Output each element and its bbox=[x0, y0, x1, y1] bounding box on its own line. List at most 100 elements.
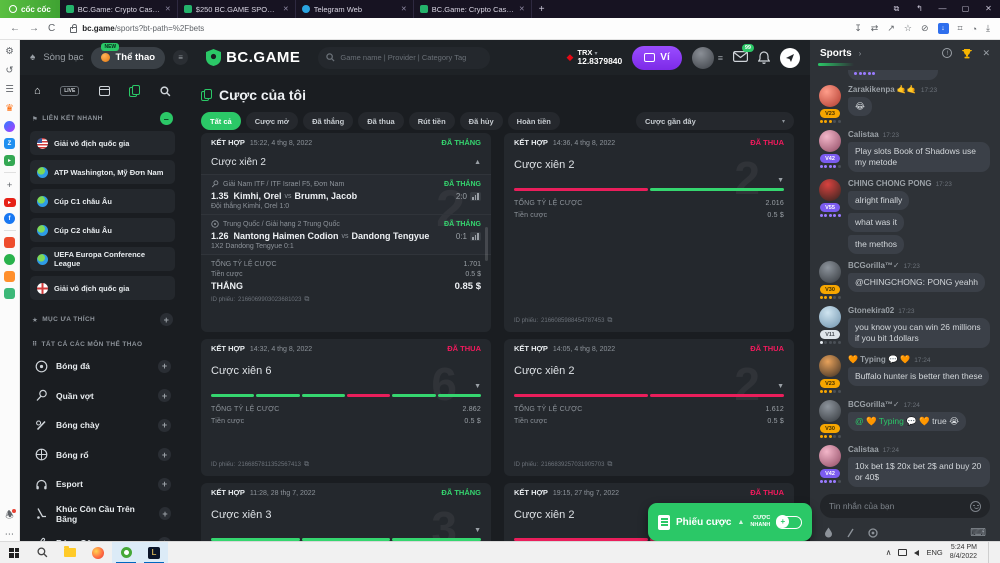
avatar[interactable] bbox=[819, 400, 841, 422]
coin-icon[interactable] bbox=[868, 528, 878, 538]
bcgame-logo[interactable]: BC.GAME bbox=[206, 49, 300, 66]
avatar[interactable] bbox=[819, 179, 841, 201]
copy-icon[interactable]: ⧉ bbox=[607, 461, 612, 469]
chat-input[interactable]: Tin nhắn của bạn bbox=[820, 494, 990, 518]
cart-icon[interactable] bbox=[4, 271, 15, 282]
start-button[interactable] bbox=[0, 542, 28, 563]
add-favorite-button[interactable]: + bbox=[160, 313, 173, 326]
collapse-quick-links-button[interactable]: – bbox=[160, 112, 173, 125]
translate-icon[interactable]: ⇄ bbox=[871, 23, 879, 34]
zalo-icon[interactable]: Z bbox=[4, 138, 15, 149]
emoji-icon[interactable] bbox=[970, 501, 981, 512]
filter-all[interactable]: Tất cả bbox=[201, 112, 241, 130]
bell-icon[interactable] bbox=[758, 51, 770, 64]
chat-username[interactable]: 🧡 Typing 💬 🧡 bbox=[848, 355, 910, 364]
downloads-icon[interactable]: ↓ bbox=[938, 23, 949, 34]
url-field[interactable]: bc.game/sports?bt-path=%2Fbets bbox=[64, 21, 845, 37]
download-icon[interactable]: ⤓ bbox=[986, 23, 990, 34]
bet-card[interactable]: KẾT HỢP14:36, 4 thg 8, 2022ĐÃ THUA Cược … bbox=[504, 133, 794, 332]
coccoc-brand[interactable]: cốc cốc bbox=[0, 0, 60, 18]
profile-icon[interactable]: ◔ bbox=[972, 24, 977, 34]
crown-icon[interactable]: ♛ bbox=[3, 102, 16, 115]
quick-link[interactable]: Cúp C2 châu Âu bbox=[30, 218, 175, 242]
tab-close-icon[interactable]: ✕ bbox=[283, 5, 289, 13]
tab-close-icon[interactable]: ✕ bbox=[401, 5, 407, 13]
chat-messages[interactable]: V23 Zarakikenpa 🤙🤙17:23 😂 V42 Calistaa17… bbox=[810, 66, 1000, 489]
avatar[interactable] bbox=[692, 47, 714, 69]
reading-list-icon[interactable]: ☰ bbox=[3, 83, 16, 96]
filter-refund[interactable]: Hoàn tiền bbox=[508, 112, 560, 130]
bet-card[interactable]: KẾT HỢP11:28, 28 thg 7, 2022ĐÃ THẮNG Cượ… bbox=[201, 483, 491, 541]
facebook-icon[interactable]: f bbox=[4, 213, 15, 224]
new-tab-button[interactable]: + bbox=[539, 4, 545, 15]
chevron-down-icon[interactable]: ▼ bbox=[474, 527, 481, 534]
coccoc-taskbar-icon[interactable] bbox=[112, 542, 140, 563]
history-icon[interactable]: ↺ bbox=[3, 64, 16, 77]
calendar-icon[interactable] bbox=[99, 86, 110, 96]
copy-icon[interactable]: ⧉ bbox=[607, 317, 612, 325]
save-page-icon[interactable]: ↧ bbox=[854, 23, 862, 34]
file-explorer-icon[interactable] bbox=[56, 542, 84, 563]
avatar[interactable] bbox=[819, 130, 841, 152]
chat-room-tab[interactable]: Sports bbox=[820, 48, 852, 59]
mode-collapse-button[interactable]: ≡ bbox=[173, 50, 188, 65]
quick-bet-toggle[interactable]: + bbox=[776, 516, 802, 529]
expand-icon[interactable]: + bbox=[158, 478, 171, 491]
sort-dropdown[interactable]: Cược gần đây▾ bbox=[636, 112, 794, 130]
shop-icon[interactable] bbox=[4, 237, 15, 248]
taskbar-clock[interactable]: 5:24 PM 8/4/2022 bbox=[950, 544, 977, 562]
filter-cashout[interactable]: Rút tiền bbox=[409, 112, 455, 130]
bet-card[interactable]: KẾT HỢP15:22, 4 thg 8, 2022ĐÃ THẮNG Cược… bbox=[201, 133, 491, 332]
filter-open[interactable]: Cược mở bbox=[246, 112, 298, 130]
sidebar-sport-baseball[interactable]: Bóng chày+ bbox=[30, 413, 175, 437]
minimize-button[interactable]: — bbox=[931, 0, 954, 18]
avatar[interactable] bbox=[819, 355, 841, 377]
filter-canceled[interactable]: Đã hủy bbox=[460, 112, 503, 130]
expand-icon[interactable]: + bbox=[158, 419, 171, 432]
live-tab[interactable]: LIVE bbox=[60, 86, 79, 96]
volume-icon[interactable] bbox=[914, 550, 919, 556]
youtube-icon[interactable]: ▸ bbox=[4, 198, 16, 207]
extensions-icon[interactable]: ⌗ bbox=[958, 23, 963, 34]
avatar[interactable] bbox=[819, 261, 841, 283]
bet-card[interactable]: KẾT HỢP14:05, 4 thg 8, 2022ĐÃ THUA Cược … bbox=[504, 339, 794, 476]
tray-expand-icon[interactable]: ∧ bbox=[886, 548, 892, 557]
avatar[interactable] bbox=[819, 85, 841, 107]
chat-username[interactable]: BCGorilla™✓ bbox=[848, 400, 900, 409]
quick-link[interactable]: ATP Washington, Mỹ Đơn Nam bbox=[30, 160, 175, 184]
league-of-legends-icon[interactable]: L bbox=[140, 542, 168, 563]
balance-selector[interactable]: ◆ TRX ▾ 12.8379840 bbox=[566, 49, 622, 67]
sidebar-sport-cricket[interactable]: Bóng Gậy+ bbox=[30, 531, 175, 541]
filter-lost[interactable]: Đã thua bbox=[358, 112, 404, 130]
quick-link[interactable]: Cúp C1 châu Âu bbox=[30, 189, 175, 213]
chat-rules-icon[interactable]: ! bbox=[942, 48, 952, 58]
tab-close-icon[interactable]: ✕ bbox=[519, 5, 525, 13]
bookmark-star-icon[interactable]: ☆ bbox=[904, 23, 912, 34]
keyboard-icon[interactable]: ⌨ bbox=[970, 526, 986, 539]
games-icon[interactable]: ▸ bbox=[4, 155, 15, 166]
betslip-button[interactable]: Phiếu cược ▲ CƯỢC NHANH + bbox=[648, 503, 812, 541]
sidebar-sport-basketball[interactable]: Bóng rổ+ bbox=[30, 443, 175, 467]
chat-toggle-button[interactable] bbox=[780, 48, 800, 68]
chat-username[interactable]: Zarakikenpa 🤙🤙 bbox=[848, 85, 917, 94]
chat-app-icon[interactable] bbox=[4, 254, 15, 265]
expand-icon[interactable]: + bbox=[158, 360, 171, 373]
stats-icon[interactable] bbox=[470, 192, 481, 201]
chevron-right-icon[interactable]: › bbox=[859, 49, 862, 58]
copy-icon[interactable]: ⧉ bbox=[304, 461, 309, 469]
wallet-button[interactable]: Ví bbox=[632, 46, 681, 70]
bet-card[interactable]: KẾT HỢP14:32, 4 thg 8, 2022ĐÃ THUA Cược … bbox=[201, 339, 491, 476]
expand-icon[interactable]: + bbox=[159, 507, 171, 520]
game-search-input[interactable]: Game name | Provider | Category Tag bbox=[318, 47, 490, 69]
taskbar-search-icon[interactable] bbox=[28, 542, 56, 563]
notifications-bell-icon[interactable]: 🕭 bbox=[3, 509, 16, 522]
chat-username[interactable]: Gtonekira02 bbox=[848, 306, 894, 315]
capture-icon[interactable]: ⧉ bbox=[885, 0, 908, 18]
chat-username[interactable]: Calistaa bbox=[848, 130, 879, 139]
maximize-button[interactable]: ▢ bbox=[954, 0, 977, 18]
network-icon[interactable] bbox=[898, 549, 907, 556]
lock-icon[interactable] bbox=[70, 27, 77, 33]
chevron-down-icon[interactable]: ▼ bbox=[474, 383, 481, 390]
avatar[interactable] bbox=[819, 445, 841, 467]
filter-won[interactable]: Đã thắng bbox=[303, 112, 353, 130]
